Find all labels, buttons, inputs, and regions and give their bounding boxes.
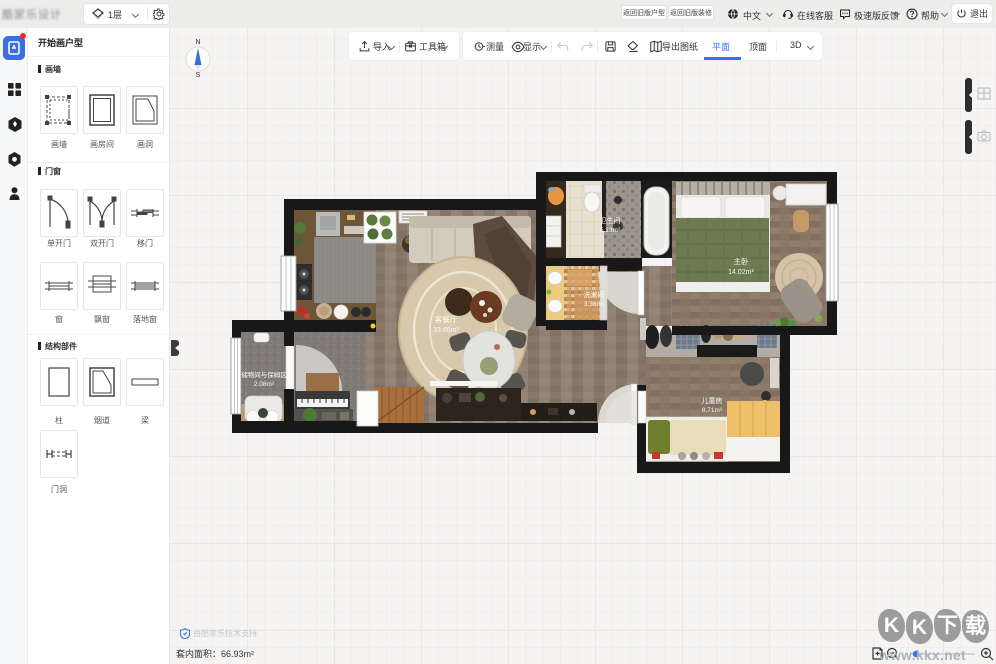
svg-text:5.13m²: 5.13m²: [600, 227, 621, 234]
svg-text:卫生间: 卫生间: [600, 216, 621, 225]
svg-text:儿童房: 儿童房: [702, 396, 723, 405]
svg-text:33.66m²: 33.66m²: [433, 327, 459, 334]
svg-text:主卧: 主卧: [734, 256, 749, 266]
svg-text:客餐厅: 客餐厅: [435, 314, 458, 324]
svg-text:洗漱间: 洗漱间: [584, 290, 605, 299]
svg-text:3.36m²: 3.36m²: [584, 301, 605, 308]
svg-text:2.08m²: 2.08m²: [254, 381, 275, 388]
svg-text:储物间与保姆区: 储物间与保姆区: [241, 370, 287, 379]
svg-text:8.71m²: 8.71m²: [702, 407, 723, 414]
svg-text:14.02m²: 14.02m²: [728, 269, 754, 276]
